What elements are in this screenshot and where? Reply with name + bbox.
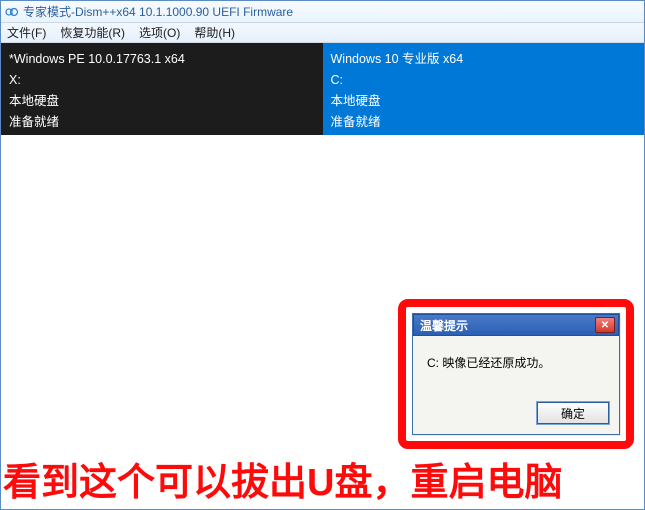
- menu-recovery[interactable]: 恢复功能(R): [60, 24, 125, 41]
- dialog-title-text: 温馨提示: [420, 317, 468, 334]
- dialog-button-row: 确定: [413, 396, 619, 434]
- app-icon: [5, 5, 19, 19]
- panel-os-name: Windows 10 专业版 x64: [331, 49, 637, 70]
- dialog-message: C: 映像已经还原成功。: [427, 356, 550, 370]
- image-panel-pe[interactable]: *Windows PE 10.0.17763.1 x64 X: 本地硬盘 准备就…: [1, 43, 323, 135]
- dialog-body: C: 映像已经还原成功。: [413, 336, 619, 396]
- menubar: 文件(F) 恢复功能(R) 选项(O) 帮助(H): [1, 23, 644, 43]
- panel-disk-type: 本地硬盘: [9, 91, 315, 112]
- image-panel-win10[interactable]: Windows 10 专业版 x64 C: 本地硬盘 准备就绪: [323, 43, 645, 135]
- titlebar: 专家模式-Dism++x64 10.1.1000.90 UEFI Firmwar…: [1, 1, 644, 23]
- main-window: 专家模式-Dism++x64 10.1.1000.90 UEFI Firmwar…: [0, 0, 645, 510]
- dialog-titlebar: 温馨提示 ✕: [413, 314, 619, 336]
- image-panels: *Windows PE 10.0.17763.1 x64 X: 本地硬盘 准备就…: [1, 43, 644, 135]
- annotation-highlight-box: 温馨提示 ✕ C: 映像已经还原成功。 确定: [398, 299, 634, 449]
- window-title: 专家模式-Dism++x64 10.1.1000.90 UEFI Firmwar…: [23, 3, 293, 20]
- ok-button[interactable]: 确定: [537, 402, 609, 424]
- annotation-text: 看到这个可以拔出U盘，重启电脑: [1, 457, 644, 509]
- panel-os-name: *Windows PE 10.0.17763.1 x64: [9, 49, 315, 70]
- close-icon[interactable]: ✕: [595, 317, 615, 333]
- panel-status: 准备就绪: [331, 112, 637, 133]
- message-dialog: 温馨提示 ✕ C: 映像已经还原成功。 确定: [412, 313, 620, 435]
- menu-help[interactable]: 帮助(H): [194, 24, 235, 41]
- menu-options[interactable]: 选项(O): [139, 24, 180, 41]
- menu-file[interactable]: 文件(F): [7, 24, 46, 41]
- panel-drive-letter: C:: [331, 70, 637, 91]
- content-area: 温馨提示 ✕ C: 映像已经还原成功。 确定 看到这个可以拔出U盘，重启电脑: [1, 135, 644, 509]
- panel-drive-letter: X:: [9, 70, 315, 91]
- panel-status: 准备就绪: [9, 112, 315, 133]
- panel-disk-type: 本地硬盘: [331, 91, 637, 112]
